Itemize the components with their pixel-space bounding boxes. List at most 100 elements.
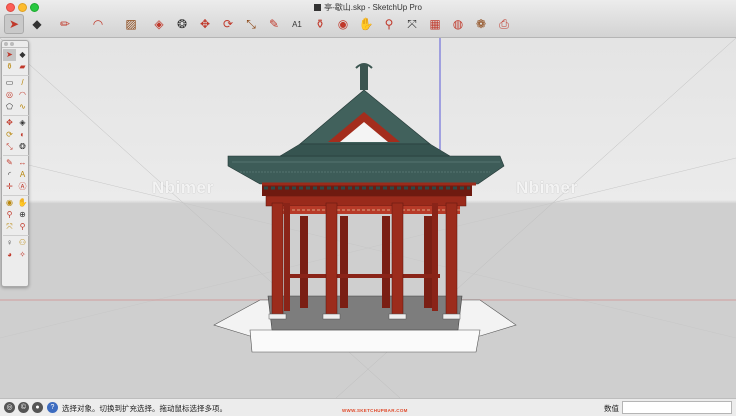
line-tool-button[interactable]: ✏ [50,14,80,34]
palette-close-dot[interactable] [4,42,8,46]
watermark-left: Nbimer [152,178,214,197]
zoom-extents-tool-button[interactable]: ⤧ [402,14,422,34]
geo-location-icon[interactable]: ◎ [4,402,15,413]
palette-freehand-tool-button[interactable]: ∿ [16,101,29,113]
pan-tool-button[interactable]: ✋ [356,14,376,34]
side-column [432,203,438,311]
palette-look-around-tool-button[interactable]: ◕ [3,249,16,261]
palette-3d-text-tool-button[interactable]: Ⓐ [16,181,29,193]
position-camera-icon: ♀ [6,238,13,247]
palette-eraser-tool-button[interactable]: ▰ [16,61,29,73]
palette-rotate-tool-button[interactable]: ⟳ [3,129,16,141]
palette-arc-tool-button[interactable]: ◠ [16,89,29,101]
palette-protractor-tool-button[interactable]: ◜ [3,169,16,181]
measurements-box[interactable] [622,401,732,414]
tape-measure-icon: ✎ [6,158,13,167]
palette-separator [3,233,29,236]
palette-rectangle-tool-button[interactable]: ▭ [3,77,16,89]
palette-select-tool-button[interactable]: ➤ [3,49,16,61]
palette-axes-tool-button[interactable]: ✛ [3,181,16,193]
palette-previous-view-tool-button[interactable]: ⚲ [16,221,29,233]
send-to-layout-tool-button[interactable]: ⎙ [494,14,514,34]
orbit-tool-button[interactable]: ◉ [333,14,353,34]
palette-scale-tool-button[interactable]: ⤡ [3,141,16,153]
walk-icon: ⚇ [18,238,27,247]
tape-measure-tool-button[interactable]: ✎ [264,14,284,34]
select-tool-button[interactable]: ➤ [4,14,24,34]
palette-line-tool-button[interactable]: / [16,77,29,89]
move-tool-button[interactable]: ✥ [195,14,215,34]
lattice-frieze [272,206,460,214]
tape-measure-icon: ✎ [268,17,280,31]
rotate-icon: ⟳ [6,130,13,139]
palette-follow-me-tool-button[interactable]: ◐ [16,129,29,141]
palette-position-camera-tool-button[interactable]: ♀ [3,237,16,249]
protractor-icon: ◜ [7,170,12,179]
palette-polygon-tool-button[interactable]: ⬠ [3,101,16,113]
pan-icon: ✋ [17,198,28,207]
rear-column [340,216,348,308]
palette-zoom-tool-button[interactable]: ⚲ [3,209,16,221]
text-tool-button[interactable]: A1 [287,14,307,34]
rear-column [424,216,432,308]
arc-tool-button[interactable]: ◠ [83,14,113,34]
offset-tool-button[interactable]: ❂ [172,14,192,34]
palette-text-tool-button[interactable]: A [16,169,29,181]
palette-zoom-window-tool-button[interactable]: ⊕ [16,209,29,221]
stone-base-front [249,329,481,353]
palette-min-dot[interactable] [10,42,14,46]
status-hint-text: 选择对象。切换到扩充选择。拖动鼠标选择多项。 [62,404,227,413]
palette-section-plane-tool-button[interactable]: ✧ [16,249,29,261]
warehouse-tool-button[interactable]: ▦ [425,14,445,34]
paint-bucket-tool-button[interactable]: ⚱ [310,14,330,34]
document-icon [314,4,322,11]
pan-icon: ✋ [358,17,374,31]
orbit-icon: ◉ [6,198,13,207]
arc-icon: ◠ [19,90,26,99]
rotate-tool-button[interactable]: ⟳ [218,14,238,34]
zoom-extents-icon: ⤧ [407,16,417,31]
extension-warehouse-tool-button[interactable]: ◍ [448,14,468,34]
push-pull-tool-button[interactable]: ◈ [149,14,169,34]
paint-bucket-icon: ⚱ [6,62,13,71]
zoom-tool-button[interactable]: ⚲ [379,14,399,34]
components-tool-button[interactable]: ❁ [471,14,491,34]
eraser-icon: ◆ [32,17,42,31]
previous-view-icon: ⚲ [19,222,26,231]
text-icon: A1 [292,19,302,29]
palette-pan-tool-button[interactable]: ✋ [16,197,29,209]
text-icon: A [19,170,26,179]
credits-icon[interactable]: © [18,402,29,413]
main-toolbar: ➤ ◆ ✏ ◠ ▨ ◈ ❂ ✥ ⟳ ⤡ ✎ A1 ⚱ ◉ ✋ ⚲ ⤧ ▦ ◍ ❁ ⎙ [0,12,517,36]
palette-circle-tool-button[interactable]: ◎ [3,89,16,101]
palette-move-tool-button[interactable]: ✥ [3,117,16,129]
push-pull-icon: ◈ [19,118,26,127]
scale-icon: ⤡ [6,142,13,151]
scale-tool-button[interactable]: ⤡ [241,14,261,34]
rear-column [382,216,390,308]
select-icon: ➤ [6,50,13,59]
palette-paint-bucket-tool-button[interactable]: ⚱ [3,61,16,73]
sketchupbar-url: WWW.SKETCHUPBAR.COM [342,408,408,413]
measurements-label: 数值 [604,404,619,413]
palette-walk-tool-button[interactable]: ⚇ [16,237,29,249]
palette-push-pull-tool-button[interactable]: ◈ [16,117,29,129]
palette-dimension-tool-button[interactable]: ↔ [16,157,29,169]
orbit-icon: ◉ [337,17,349,31]
instructor-help-icon[interactable]: ? [47,402,58,413]
palette-offset-tool-button[interactable]: ❂ [16,141,29,153]
palette-zoom-extents-tool-button[interactable]: ⤧ [3,221,16,233]
line-icon: ✏ [59,17,71,31]
move-icon: ✥ [199,17,211,31]
modeling-viewport[interactable]: Nbimer Nbimer [0,38,736,398]
zoom-window-icon: ⊕ [19,210,26,219]
palette-tape-measure-tool-button[interactable]: ✎ [3,157,16,169]
eraser-tool-button[interactable]: ◆ [27,14,47,34]
3d-text-icon: Ⓐ [18,182,27,191]
palette-header[interactable] [2,41,28,48]
user-account-icon[interactable]: ● [32,402,43,413]
section-plane-icon: ✧ [19,250,26,259]
shape-tool-button[interactable]: ▨ [116,14,146,34]
palette-orbit-tool-button[interactable]: ◉ [3,197,16,209]
palette-make-component-tool-button[interactable]: ◆ [16,49,29,61]
